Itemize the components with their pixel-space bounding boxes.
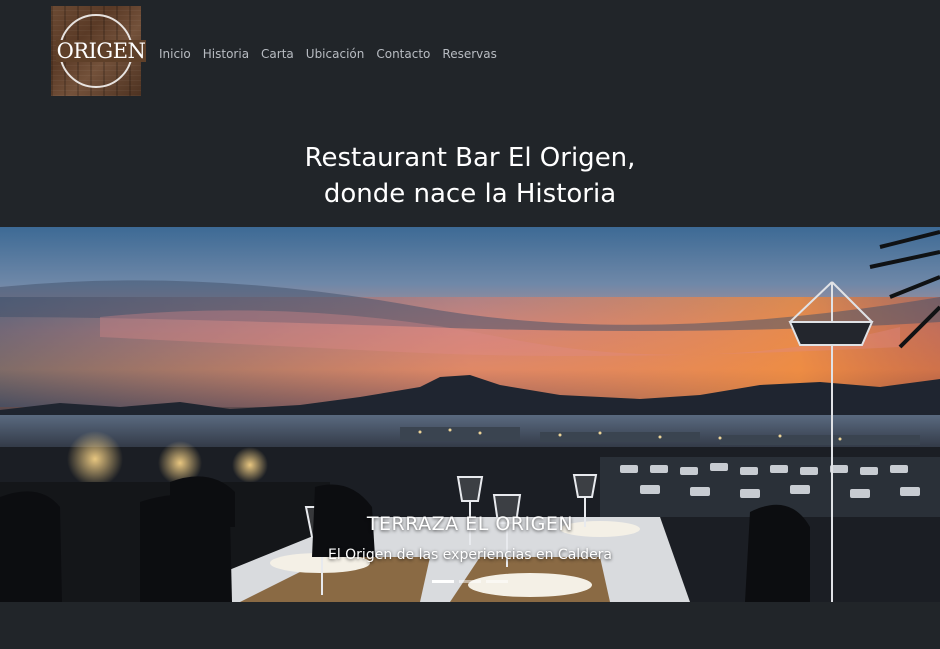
carousel-indicator-2[interactable]	[459, 580, 481, 583]
carousel-indicator-1[interactable]	[432, 580, 454, 583]
hero-carousel[interactable]: TERRAZA EL ORIGEN El Origen de las exper…	[0, 227, 940, 602]
nav-link-reservas[interactable]: Reservas	[442, 47, 496, 61]
logo-ring: EL ORIGEN	[55, 14, 147, 88]
main-nav: Inicio Historia Carta Ubicación Contacto…	[159, 43, 497, 62]
nav-link-inicio[interactable]: Inicio	[159, 47, 191, 61]
page-title: Restaurant Bar El Origen, donde nace la …	[0, 140, 940, 212]
carousel-slide-image	[0, 227, 940, 602]
navbar: EL ORIGEN Inicio Historia Carta Ubicació…	[0, 0, 940, 100]
page-title-line-1: Restaurant Bar El Origen,	[304, 143, 636, 173]
page-title-line-2: donde nace la Historia	[323, 179, 617, 209]
nav-link-historia[interactable]: Historia	[203, 47, 249, 61]
brand-logo[interactable]: EL ORIGEN	[51, 6, 147, 96]
nav-link-ubicacion[interactable]: Ubicación	[306, 47, 365, 61]
nav-link-contacto[interactable]: Contacto	[376, 47, 430, 61]
page-bottom-band	[0, 602, 940, 649]
logo-text: ORIGEN	[55, 39, 147, 63]
carousel-indicator-3[interactable]	[486, 580, 508, 583]
carousel-caption-subtitle: El Origen de las experiencias en Caldera	[327, 547, 613, 563]
nav-link-carta[interactable]: Carta	[261, 47, 294, 61]
carousel-caption-title: TERRAZA EL ORIGEN	[366, 513, 574, 535]
carousel-indicators	[432, 580, 508, 583]
